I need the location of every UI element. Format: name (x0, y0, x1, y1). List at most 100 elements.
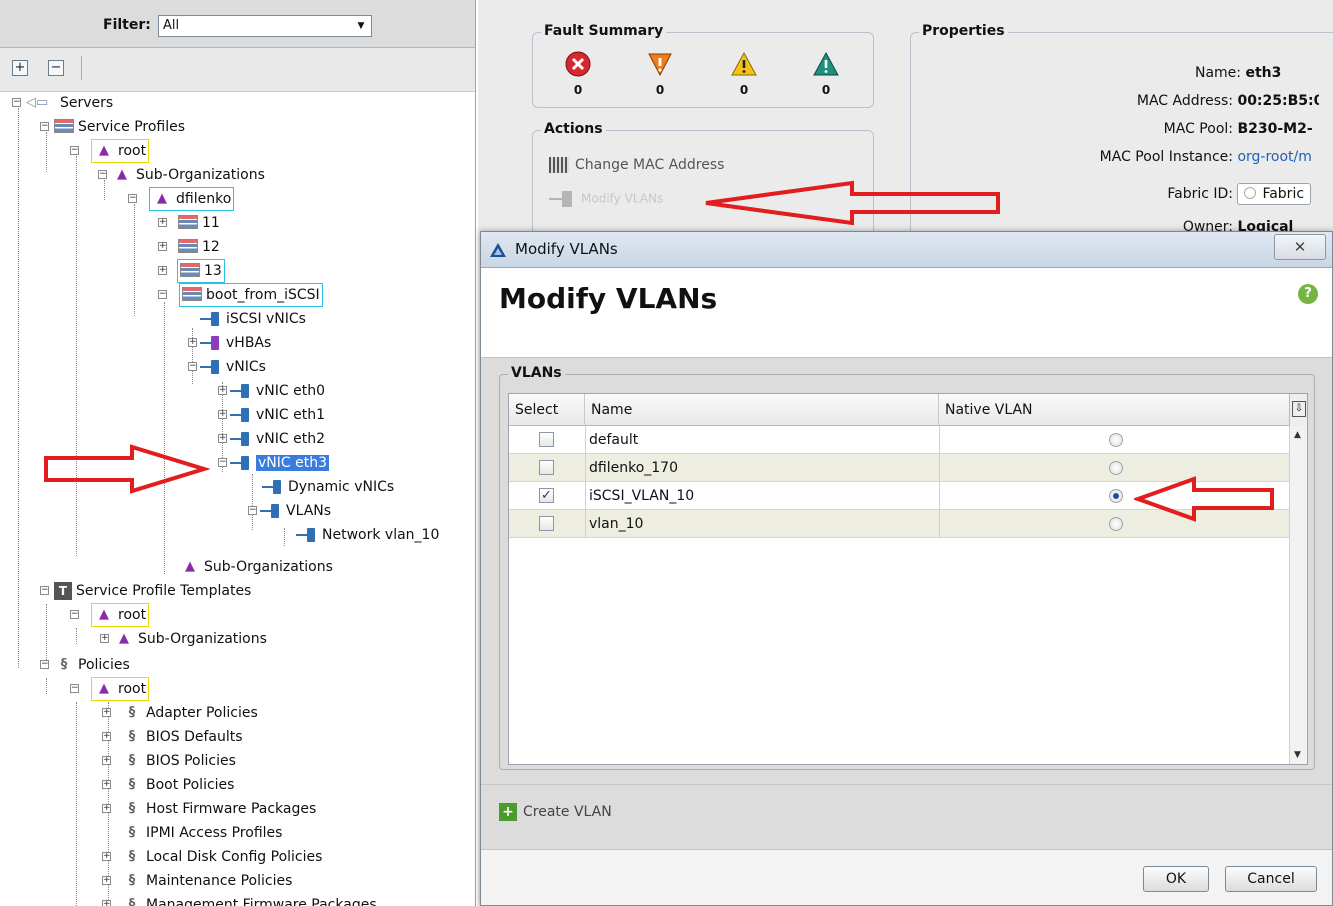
vlan-table: Select Name Native VLAN ⇩ default dfilen… (508, 393, 1308, 765)
service-profiles-icon (54, 119, 74, 133)
close-icon: ✕ (1293, 238, 1307, 256)
organization-icon: ▲ (119, 631, 129, 646)
help-icon[interactable]: ? (1298, 284, 1318, 304)
actions-title: Actions (541, 121, 606, 137)
selected-node-label: vNIC eth3 (256, 455, 329, 471)
checkmark-icon: ✓ (541, 488, 552, 503)
vnic-icon (262, 478, 284, 496)
organization-icon: ▲ (99, 143, 109, 158)
property-name: Name: eth3 (1194, 65, 1282, 81)
native-vlan-radio[interactable] (1109, 433, 1123, 447)
organization-icon: ▲ (117, 167, 127, 182)
mac-address-icon (549, 157, 569, 173)
radio-icon (1244, 187, 1257, 199)
column-header-native-vlan[interactable]: Native VLAN (939, 394, 1291, 426)
plus-icon: + (499, 803, 517, 821)
vnic-icon (200, 310, 222, 328)
dialog-heading: Modify VLANs (499, 282, 718, 315)
toolbar-divider (81, 56, 82, 80)
servers-icon: ◁▭ (26, 95, 49, 110)
dialog-button-bar: OK Cancel (481, 849, 1332, 905)
fabric-radio[interactable]: Fabric (1237, 183, 1312, 205)
minor-fault[interactable]: 0 (731, 51, 757, 97)
tree-item-network-vlan-10[interactable]: Network vlan_10 (296, 524, 439, 546)
vnic-icon (230, 430, 252, 448)
row-select-checkbox[interactable] (539, 516, 554, 531)
column-options-button[interactable]: ⇩ (1289, 394, 1307, 426)
policy-icon: § (60, 657, 68, 672)
warning-fault[interactable]: 0 (813, 51, 839, 97)
major-fault-icon (648, 53, 672, 77)
expand-all-icon[interactable]: + (12, 60, 28, 76)
chevron-down-icon: ▼ (357, 21, 365, 31)
modify-vlans-dialog: Modify VLANs ✕ Modify VLANs ? VLANs Sele… (480, 231, 1333, 906)
table-header: Select Name Native VLAN (509, 394, 1291, 426)
dialog-titlebar[interactable]: Modify VLANs ✕ (481, 232, 1332, 268)
policy-icon: § (128, 849, 136, 864)
dialog-title: Modify VLANs (515, 240, 618, 258)
scroll-down-icon[interactable]: ▼ (1294, 750, 1301, 760)
minor-fault-icon (731, 51, 757, 76)
vlan-icon (549, 191, 575, 207)
organization-icon: ▲ (99, 681, 109, 696)
row-select-checkbox[interactable]: ✓ (539, 488, 554, 503)
template-icon: T (54, 582, 72, 600)
annotation-arrow-icon (1134, 476, 1274, 522)
row-select-checkbox[interactable] (539, 460, 554, 475)
close-button[interactable]: ✕ (1274, 234, 1326, 260)
annotation-arrow-icon (44, 444, 210, 494)
scroll-up-icon[interactable]: ▲ (1294, 430, 1301, 440)
vnic-icon (200, 358, 222, 376)
vlan-icon (260, 502, 282, 520)
property-fabric-id: Fabric ID: Fabric (1097, 183, 1319, 205)
collapse-all-icon[interactable]: − (48, 60, 64, 76)
app-logo-icon (490, 243, 506, 257)
tree-item-sub-organizations-2[interactable]: ▲ Sub-Organizations (180, 556, 333, 578)
column-options-icon: ⇩ (1292, 401, 1306, 417)
tree-item-dynamic-vnics[interactable]: Dynamic vNICs (262, 476, 394, 498)
warning-fault-icon (813, 51, 839, 76)
vlan-name: dfilenko_170 (589, 460, 678, 476)
property-mac-pool-instance: MAC Pool Instance: org-root/m (1099, 149, 1312, 165)
organization-icon: ▲ (99, 607, 109, 622)
filter-dropdown[interactable]: All ▼ (158, 15, 372, 37)
ok-button[interactable]: OK (1143, 866, 1209, 892)
major-fault[interactable]: 0 (647, 51, 673, 97)
organization-icon: ▲ (185, 559, 195, 574)
network-icon (296, 526, 318, 544)
dialog-footer: + Create VLAN OK Cancel (481, 784, 1332, 905)
native-vlan-radio[interactable] (1109, 517, 1123, 531)
row-select-checkbox[interactable] (539, 432, 554, 447)
dialog-body: VLANs Select Name Native VLAN ⇩ default (481, 358, 1332, 784)
filter-label: Filter: (103, 17, 151, 33)
modify-vlans-link[interactable]: Modify VLANs (549, 191, 663, 207)
native-vlan-radio[interactable] (1109, 461, 1123, 475)
column-header-select[interactable]: Select (509, 394, 585, 426)
policy-icon: § (128, 873, 136, 888)
mac-pool-instance-link[interactable]: org-root/m (1237, 149, 1311, 165)
policy-icon: § (128, 825, 136, 840)
native-vlan-radio[interactable] (1109, 489, 1123, 503)
policy-icon: § (128, 753, 136, 768)
dialog-header: Modify VLANs ? (481, 268, 1332, 358)
policy-icon: § (128, 777, 136, 792)
vlans-group: VLANs Select Name Native VLAN ⇩ default (499, 365, 1315, 770)
property-mac-pool: MAC Pool: B230-M2- (1163, 121, 1313, 137)
policy-icon: § (128, 705, 136, 720)
policy-icon: § (128, 897, 136, 906)
vnic-icon (230, 406, 252, 424)
tree-item-ipmi-access-profiles[interactable]: § IPMI Access Profiles (122, 822, 283, 844)
tree-item-iscsi-vnics[interactable]: iSCSI vNICs (200, 308, 306, 330)
create-vlan-link[interactable]: + Create VLAN (499, 803, 612, 821)
critical-fault[interactable]: 0 (565, 51, 591, 97)
service-profile-icon (180, 263, 200, 277)
column-header-name[interactable]: Name (585, 394, 939, 426)
change-mac-address-link[interactable]: Change MAC Address (549, 157, 724, 173)
cancel-button[interactable]: Cancel (1225, 866, 1317, 892)
vlan-name: default (589, 432, 639, 448)
vlans-group-title: VLANs (508, 365, 565, 381)
table-scrollbar[interactable]: ▲ ▼ (1289, 426, 1307, 764)
service-profile-icon (178, 215, 198, 229)
property-mac-address: MAC Address: 00:25:B5:0 (1136, 93, 1319, 109)
table-row[interactable]: default (509, 426, 1291, 454)
